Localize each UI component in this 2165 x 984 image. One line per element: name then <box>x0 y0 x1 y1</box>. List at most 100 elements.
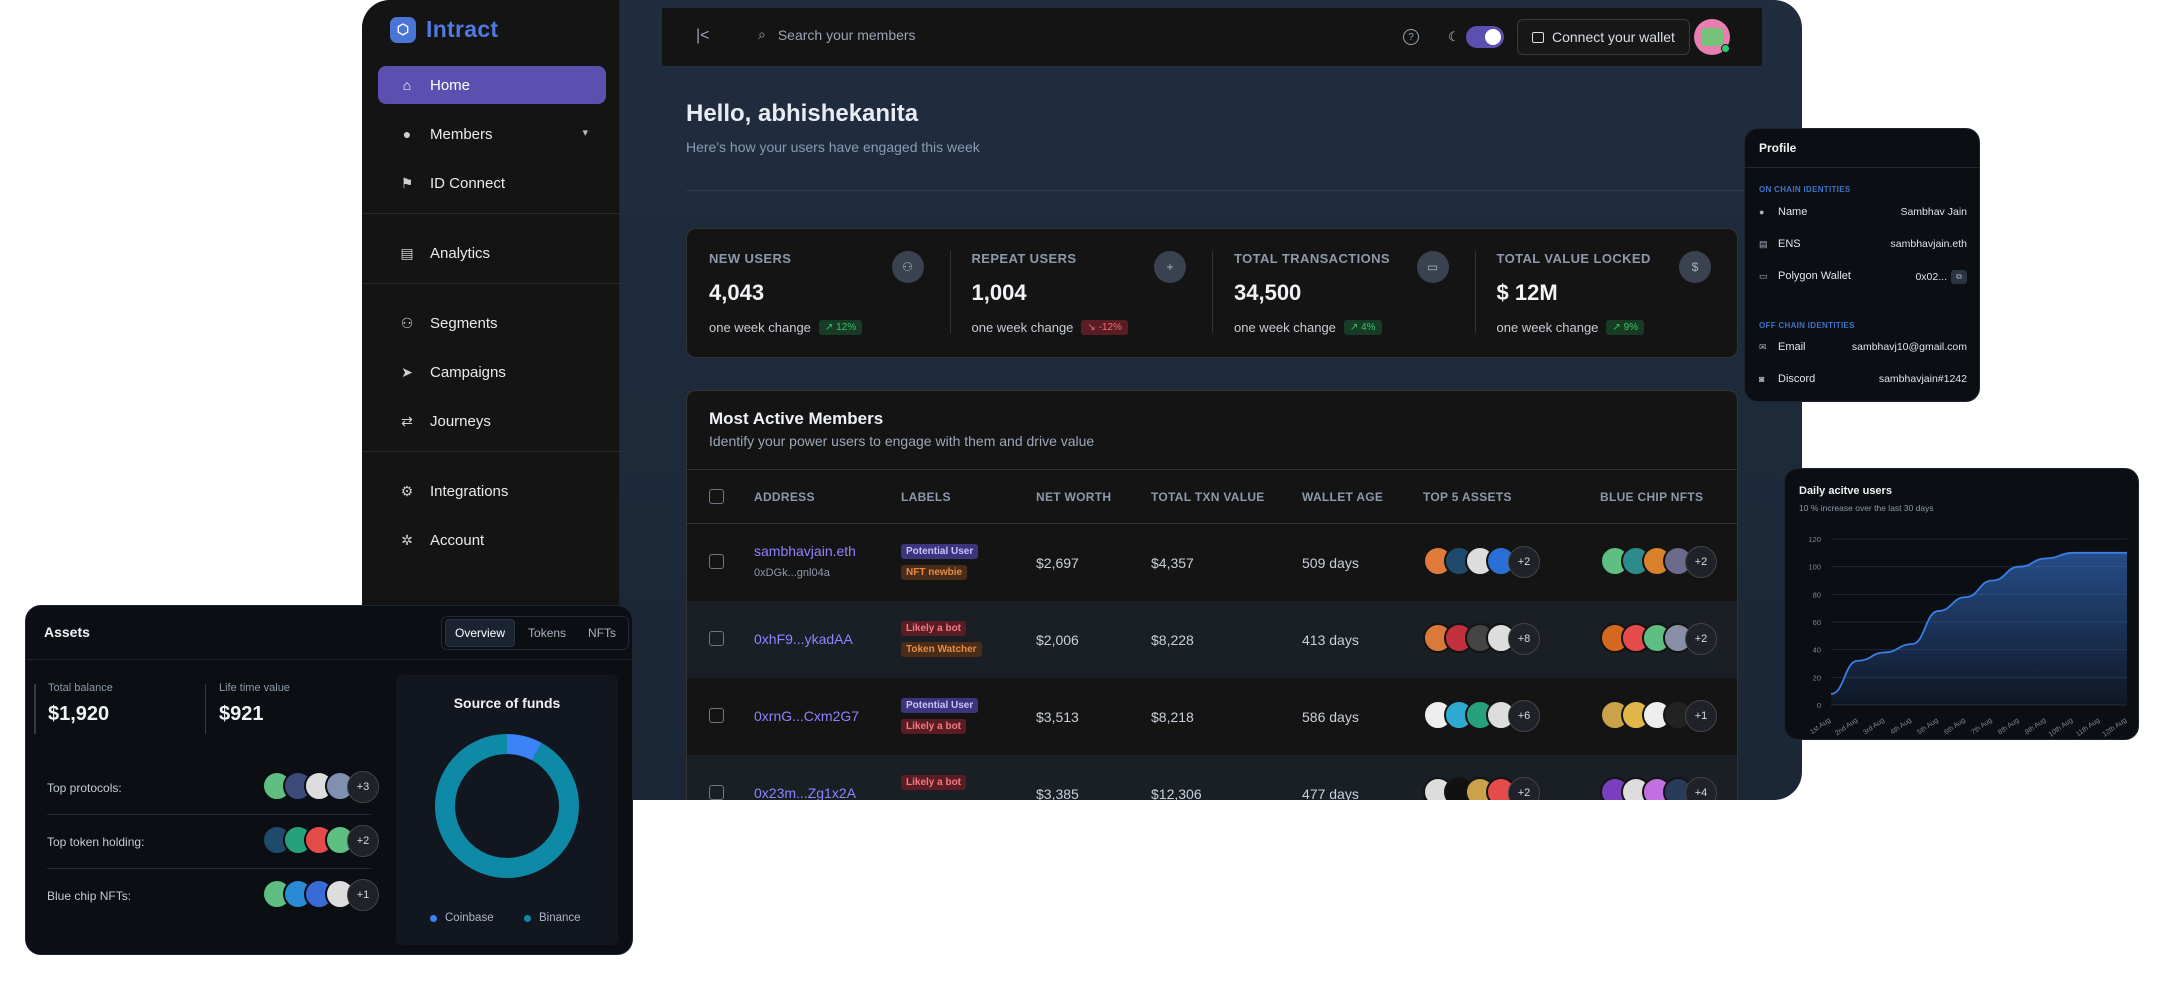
off-chain-heading: OFF CHAIN IDENTITIES <box>1759 321 1855 330</box>
sidebar-divider <box>362 451 622 452</box>
sidebar-item-label: Account <box>430 531 485 549</box>
x-tick-label: 10th Aug <box>2048 717 2075 739</box>
net-worth: $2,697 <box>1036 555 1079 571</box>
theme-toggle[interactable]: ☾ <box>1448 26 1504 48</box>
nft-icons[interactable]: +1 <box>262 879 379 911</box>
tab-tokens[interactable]: Tokens <box>519 620 575 646</box>
column-header[interactable]: BLUE CHIP NFTS <box>1600 490 1703 504</box>
x-tick-label: 7th Aug <box>1970 717 1994 736</box>
sidebar-item-members[interactable]: ● Members ▾ <box>378 115 606 153</box>
sidebar-nav: ⌂ Home ● Members ▾ ⚑ ID Connect ▤ Analyt… <box>362 66 622 570</box>
x-tick-label: 2nd Aug <box>1834 717 1859 738</box>
sidebar-item-journeys[interactable]: ⇄ Journeys <box>378 402 606 440</box>
txn-value: $8,218 <box>1151 709 1194 725</box>
help-icon[interactable]: ? <box>1403 29 1419 45</box>
row-label: Top protocols: <box>47 781 122 795</box>
member-address[interactable]: 0x23m...Zg1x2A <box>754 785 856 800</box>
sidebar-item-campaigns[interactable]: ➤ Campaigns <box>378 353 606 391</box>
user-plus-icon: + <box>1154 251 1186 283</box>
legend-item-binance: Binance <box>524 912 581 924</box>
column-header[interactable]: TOTAL TXN VALUE <box>1151 490 1265 504</box>
card-icon: ▭ <box>1416 251 1449 283</box>
table-row[interactable]: 0xrnG...Cxm2G7 Potential User Likely a b… <box>687 678 1737 755</box>
users-icon: ⚇ <box>400 314 414 331</box>
row-checkbox[interactable] <box>709 785 724 800</box>
donut-slice-binance[interactable] <box>435 734 579 878</box>
blue-chip-nfts[interactable]: +2 <box>1600 623 1717 655</box>
sidebar-item-label: Journeys <box>430 412 491 430</box>
blue-chip-nfts[interactable]: +2 <box>1600 546 1717 578</box>
row-label: Top token holding: <box>47 835 145 849</box>
source-of-funds-title: Source of funds <box>453 695 561 711</box>
column-header[interactable]: ADDRESS <box>754 490 815 504</box>
bar-chart-icon: ▤ <box>400 244 414 261</box>
profile-row-email: ✉ Email sambhavj10@gmail.com <box>1759 341 1967 357</box>
y-tick-label: 80 <box>1813 590 1821 599</box>
sidebar-divider <box>362 213 622 214</box>
copy-icon[interactable]: ⧉ <box>1951 270 1967 284</box>
collapse-sidebar-icon[interactable]: |< <box>696 27 710 45</box>
avatar[interactable] <box>1694 19 1730 55</box>
table-row[interactable]: 0x23m...Zg1x2A Likely a bot $3,385 $12,3… <box>687 755 1737 800</box>
protocol-icons[interactable]: +3 <box>262 771 379 803</box>
donut-slice-coinbase[interactable] <box>506 734 542 761</box>
sidebar-item-home[interactable]: ⌂ Home <box>378 66 606 104</box>
member-address[interactable]: 0xrnG...Cxm2G7 <box>754 708 859 724</box>
delta-badge: ↗ 4% <box>1343 320 1382 335</box>
profile-title: Profile <box>1759 141 1797 155</box>
token-icons[interactable]: +2 <box>262 825 379 857</box>
blue-chip-nfts[interactable]: +4 <box>1600 777 1717 800</box>
integrations-icon: ⚙ <box>400 482 414 499</box>
sidebar-item-analytics[interactable]: ▤ Analytics <box>378 234 606 272</box>
sidebar-item-id-connect[interactable]: ⚑ ID Connect <box>378 164 606 202</box>
stats-card: NEW USERS 4,043 one week change ↗ 12% ⚇ R… <box>686 228 1738 358</box>
assets-title: Assets <box>44 624 90 640</box>
member-address[interactable]: 0xhF9...ykadAA <box>754 631 853 647</box>
net-worth: $3,513 <box>1036 709 1079 725</box>
sidebar-item-account[interactable]: ✲ Account <box>378 521 606 559</box>
delta-badge: ↗ 12% <box>818 320 863 335</box>
moon-icon: ☾ <box>1448 29 1460 44</box>
table-row[interactable]: sambhavjain.eth 0xDGk...gnl04a Potential… <box>687 524 1737 601</box>
blue-chip-nfts[interactable]: +1 <box>1600 700 1717 732</box>
connect-wallet-button[interactable]: Connect your wallet <box>1517 19 1690 55</box>
top-assets[interactable]: +6 <box>1423 700 1540 732</box>
column-header[interactable]: TOP 5 ASSETS <box>1423 490 1512 504</box>
connect-wallet-label: Connect your wallet <box>1552 29 1675 45</box>
member-address[interactable]: sambhavjain.eth <box>754 543 856 559</box>
x-tick-label: 6th Aug <box>1943 717 1967 736</box>
wallet-age: 413 days <box>1302 632 1359 648</box>
column-header[interactable]: WALLET AGE <box>1302 490 1383 504</box>
brand-logo[interactable]: ⬡ Intract <box>390 16 498 43</box>
column-header[interactable]: NET WORTH <box>1036 490 1111 504</box>
mail-icon: ✉ <box>1759 342 1767 352</box>
sidebar-item-segments[interactable]: ⚇ Segments <box>378 304 606 342</box>
tab-overview[interactable]: Overview <box>445 619 516 647</box>
sidebar-item-label: Members <box>430 125 493 143</box>
table-row[interactable]: 0xhF9...ykadAA Likely a bot Token Watche… <box>687 601 1737 678</box>
profile-row-ens: ▤ ENS sambhavjain.eth <box>1759 238 1967 254</box>
top-assets[interactable]: +2 <box>1423 546 1540 578</box>
row-checkbox[interactable] <box>709 631 724 646</box>
column-header[interactable]: LABELS <box>901 490 951 504</box>
theme-switch[interactable] <box>1465 26 1504 48</box>
sidebar-item-label: Integrations <box>430 482 509 500</box>
daily-active-users-card: Daily acitve users 10 % increase over th… <box>1784 468 2139 740</box>
divider <box>686 190 1746 191</box>
top-assets[interactable]: +8 <box>1423 623 1540 655</box>
route-icon: ⇄ <box>401 412 413 429</box>
y-tick-label: 40 <box>1813 646 1821 655</box>
chevron-down-icon[interactable]: ▾ <box>582 126 588 139</box>
total-balance-label: Total balance <box>48 682 113 694</box>
row-checkbox[interactable] <box>709 708 724 723</box>
row-checkbox[interactable] <box>709 554 724 569</box>
profile-key: Name <box>1778 206 1808 218</box>
search-input[interactable] <box>777 26 1098 43</box>
sidebar-item-integrations[interactable]: ⚙ Integrations <box>378 472 606 510</box>
profile-value: Sambhav Jain <box>1900 206 1967 218</box>
top-assets[interactable]: +2 <box>1423 777 1540 800</box>
select-all-checkbox[interactable] <box>709 489 724 504</box>
y-tick-label: 20 <box>1813 673 1821 682</box>
profile-row-name: ● Name Sambhav Jain <box>1759 206 1967 222</box>
tab-nfts[interactable]: NFTs <box>579 620 625 646</box>
